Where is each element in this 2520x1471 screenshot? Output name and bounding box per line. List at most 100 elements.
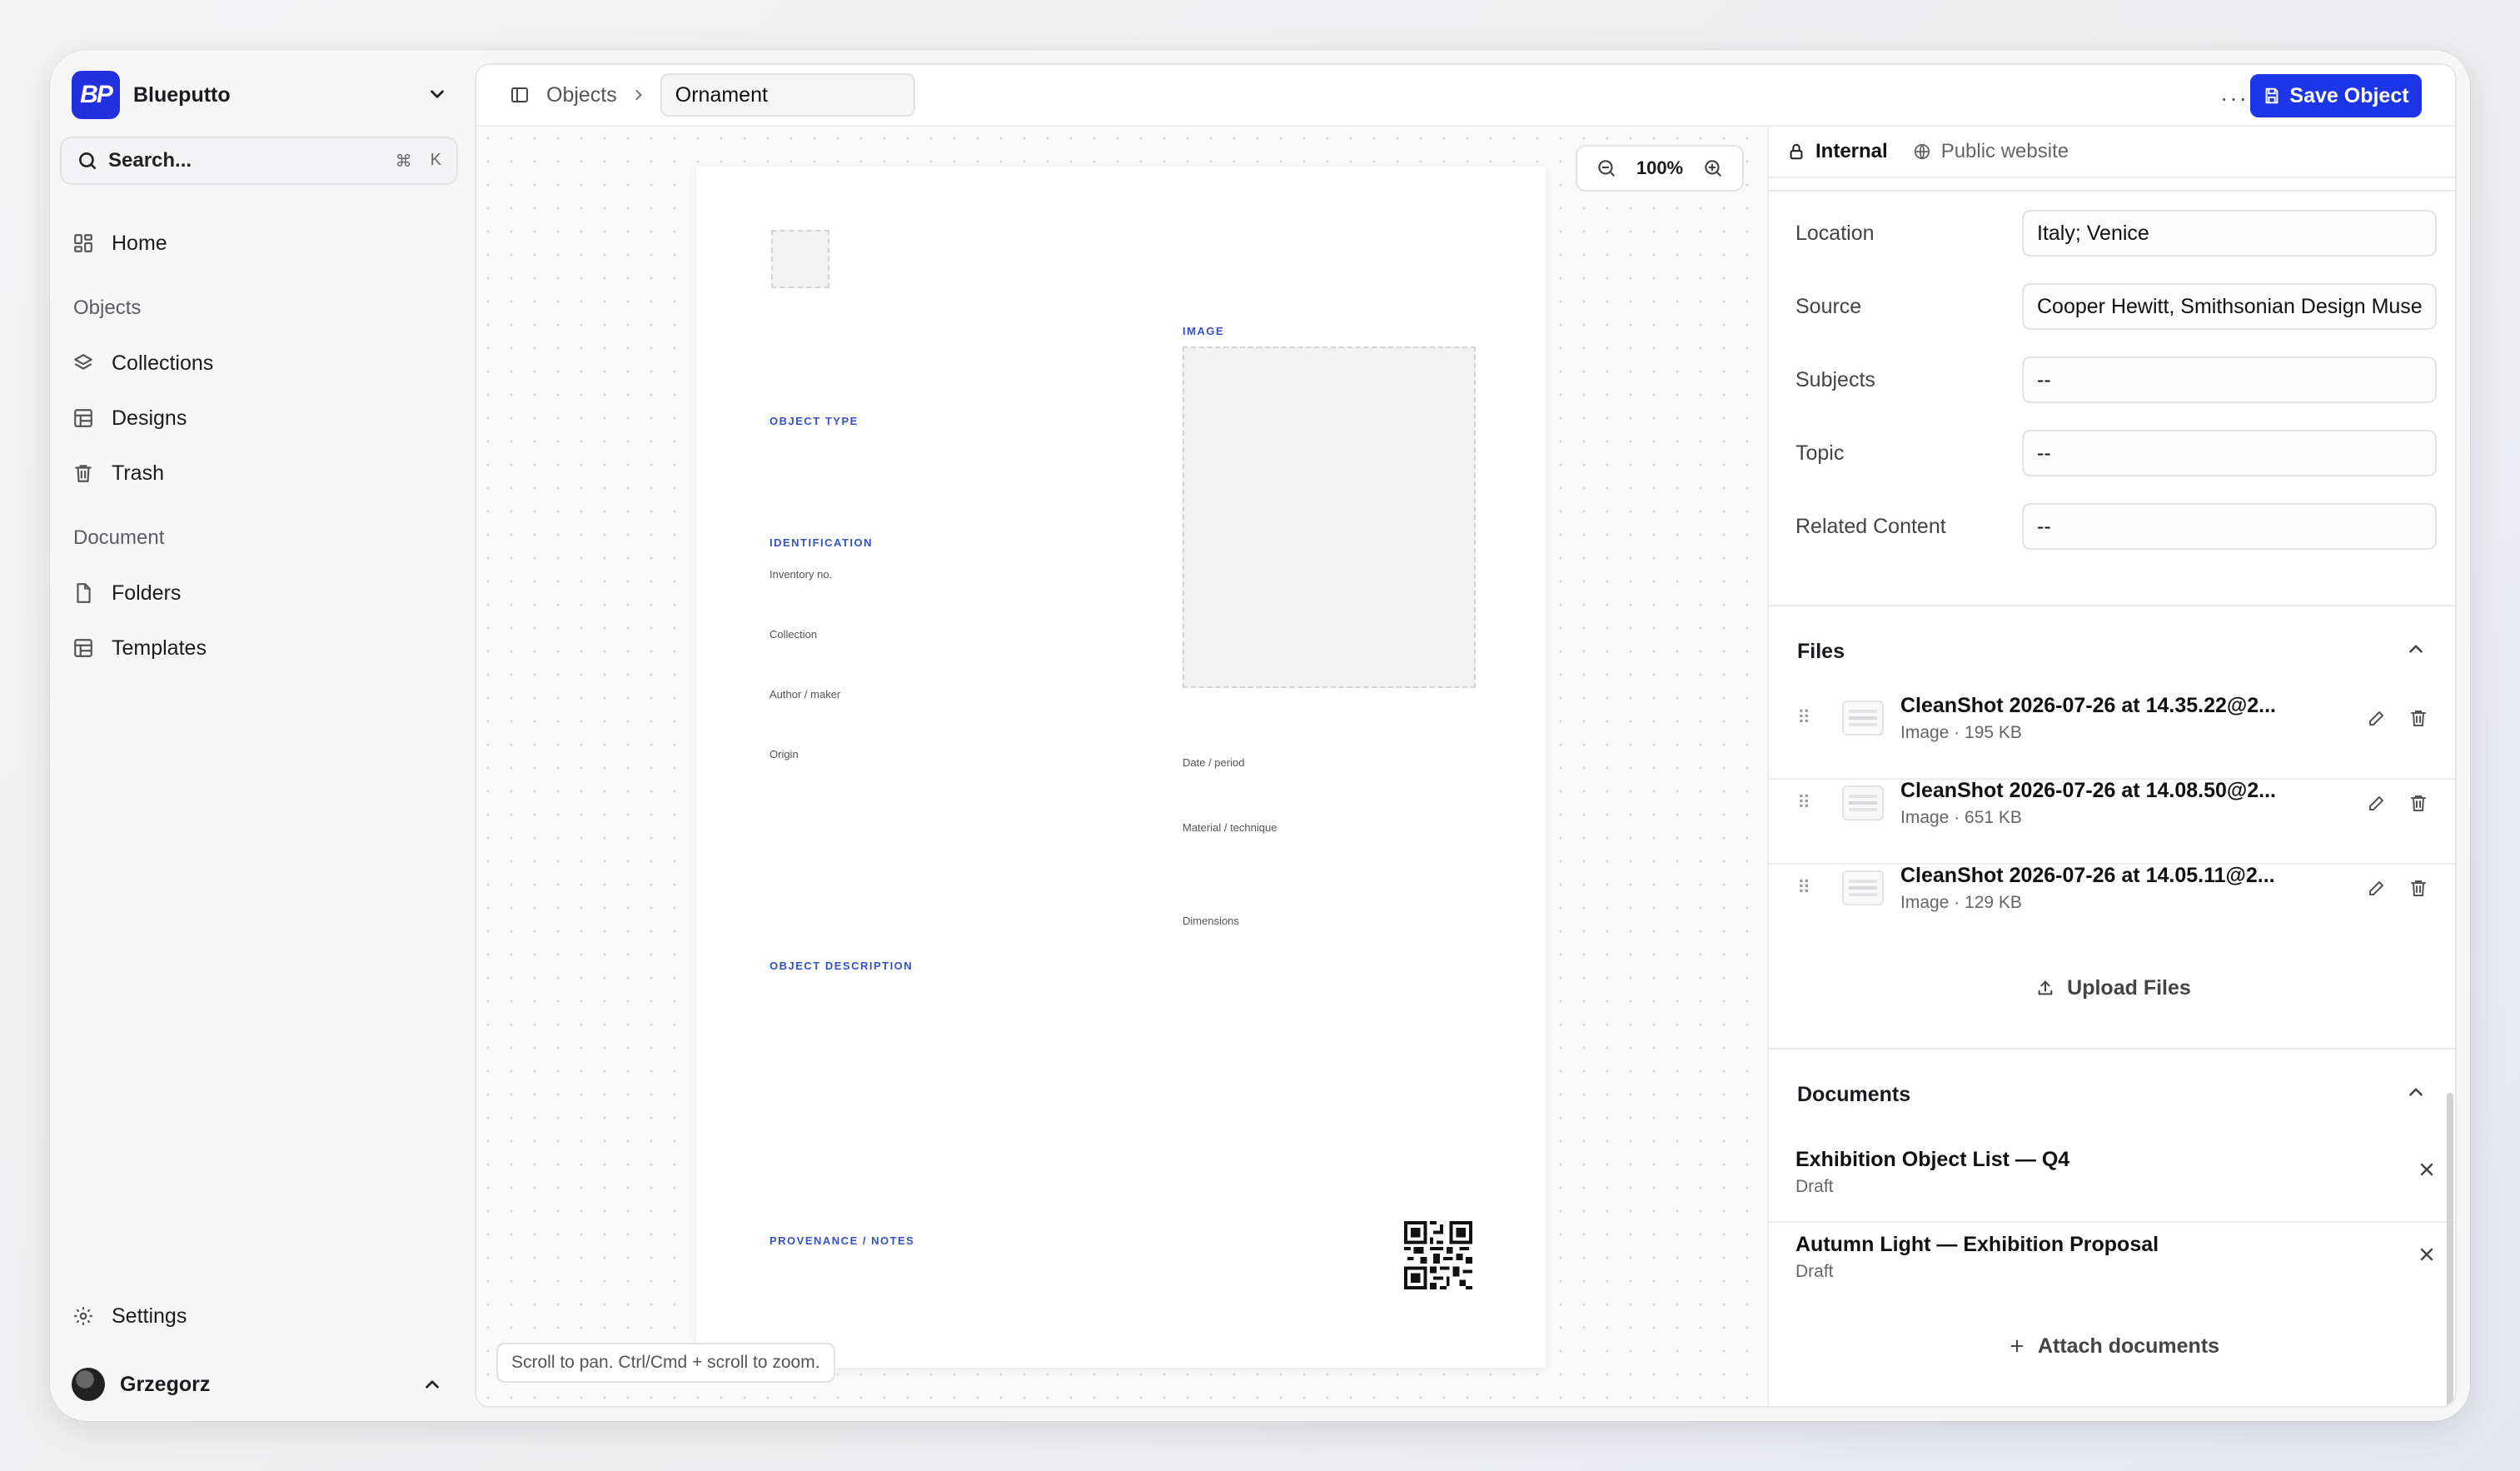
template-page[interactable]: IMAGE OBJECT TYPE IDENTIFICATION Invento… [696, 167, 1546, 1368]
zoom-level[interactable]: 100% [1636, 157, 1683, 179]
image-section-label: IMAGE [1183, 325, 1225, 337]
file-name: CleanShot 2026-07-26 at 14.05.11@2... [1900, 863, 2275, 887]
tab-internal-label: Internal [1815, 140, 1888, 162]
file-meta: Image · 195 KB [1900, 722, 2022, 742]
breadcrumb-objects[interactable]: Objects [546, 83, 617, 107]
file-row[interactable]: ⠿ CleanShot 2026-07-26 at 14.05.11@2... … [1769, 846, 2455, 930]
zoom-control: 100% [1576, 145, 1744, 192]
main-panel: Objects Ornament ··· Save Object IMAGE O… [475, 63, 2457, 1408]
workspace-logo: BP [72, 71, 120, 119]
document-title: Exhibition Object List — Q4 [1795, 1148, 2070, 1171]
shortcut-mod: ⌘ [395, 152, 412, 171]
dimensions-field[interactable]: Dimensions [1183, 915, 1239, 927]
drag-handle-icon[interactable]: ⠿ [1797, 707, 1814, 729]
file-thumbnail [1842, 701, 1884, 736]
collection-field[interactable]: Collection [769, 628, 817, 641]
search-placeholder: Search... [108, 149, 192, 172]
workspace-name: Blueputto [133, 82, 231, 107]
panel-scrollbar[interactable] [2447, 1093, 2453, 1406]
field-location: Location Italy; Venice [1795, 210, 2437, 257]
field-topic: Topic -- [1795, 430, 2437, 476]
edit-icon[interactable] [2367, 793, 2387, 813]
edit-icon[interactable] [2367, 708, 2387, 728]
zoom-out-icon[interactable] [1596, 157, 1617, 179]
sidebar-item-label: Designs [112, 406, 187, 430]
sidebar-item-label: Folders [112, 581, 182, 605]
document-row[interactable]: Autumn Light — Exhibition Proposal Draft [1795, 1233, 2437, 1308]
field-label: Subjects [1795, 367, 1875, 391]
document-title: Autumn Light — Exhibition Proposal [1795, 1233, 2159, 1256]
file-meta: Image · 651 KB [1900, 807, 2022, 827]
search-input[interactable]: Search... ⌘ K [60, 137, 458, 185]
material-field[interactable]: Material / technique [1183, 821, 1277, 834]
drag-handle-icon[interactable]: ⠿ [1797, 792, 1814, 814]
trash-icon[interactable] [2408, 708, 2428, 728]
chevron-right-icon [635, 89, 642, 101]
location-input[interactable]: Italy; Venice [2022, 210, 2437, 257]
layout-icon [72, 636, 95, 660]
source-input[interactable]: Cooper Hewitt, Smithsonian Design Muse [2022, 283, 2437, 330]
file-row[interactable]: ⠿ CleanShot 2026-07-26 at 14.35.22@2... … [1769, 676, 2455, 760]
close-icon[interactable] [2417, 1159, 2437, 1179]
topic-input[interactable]: -- [2022, 430, 2437, 476]
origin-field[interactable]: Origin [769, 748, 799, 760]
date-field[interactable]: Date / period [1183, 756, 1244, 769]
logo-placeholder[interactable] [771, 230, 829, 288]
documents-section-title[interactable]: Documents [1797, 1083, 1910, 1107]
related-content-input[interactable]: -- [2022, 503, 2437, 550]
sidebar-item-trash[interactable]: Trash [72, 448, 463, 498]
save-object-button[interactable]: Save Object [2250, 74, 2422, 117]
upload-files-button[interactable]: Upload Files [1769, 976, 2455, 1000]
sidebar-item-label: Templates [112, 636, 207, 660]
search-shortcut: ⌘ K [396, 151, 441, 172]
inventory-field[interactable]: Inventory no. [769, 568, 832, 581]
author-field[interactable]: Author / maker [769, 688, 840, 701]
avatar [72, 1368, 105, 1401]
gear-icon [72, 1304, 95, 1328]
trash-icon[interactable] [2408, 793, 2428, 813]
workspace-switcher[interactable]: BP Blueputto [72, 65, 468, 125]
files-section-title[interactable]: Files [1797, 640, 1845, 664]
user-menu[interactable]: Grzegorz [72, 1359, 463, 1409]
visibility-tabs: Internal Public website [1769, 127, 2455, 178]
shortcut-key: K [430, 150, 441, 169]
image-placeholder[interactable] [1183, 347, 1476, 688]
trash-icon[interactable] [2408, 878, 2428, 898]
sidebar-item-settings[interactable]: Settings [72, 1291, 463, 1341]
file-thumbnail [1842, 785, 1884, 820]
chevron-up-icon[interactable] [2405, 1081, 2427, 1103]
attach-documents-button[interactable]: Attach documents [1769, 1334, 2455, 1359]
sidebar-item-templates[interactable]: Templates [72, 623, 463, 673]
sidebar-item-designs[interactable]: Designs [72, 393, 463, 443]
edit-icon[interactable] [2367, 878, 2387, 898]
qr-code-icon [1404, 1221, 1472, 1289]
zoom-in-icon[interactable] [1702, 157, 1724, 179]
subjects-input[interactable]: -- [2022, 357, 2437, 403]
more-options-icon[interactable]: ··· [2220, 85, 2249, 112]
sidebar-item-home[interactable]: Home [72, 218, 463, 268]
object-name-input[interactable]: Ornament [660, 73, 915, 117]
design-canvas[interactable]: IMAGE OBJECT TYPE IDENTIFICATION Invento… [476, 127, 1767, 1406]
sidebar-item-label: Collections [112, 351, 214, 375]
document-row[interactable]: Exhibition Object List — Q4 Draft [1795, 1148, 2437, 1223]
section-divider [1769, 1048, 2455, 1050]
chevron-up-icon[interactable] [2405, 638, 2427, 660]
tab-internal[interactable]: Internal [1787, 140, 1888, 163]
save-object-label: Save Object [2289, 83, 2409, 107]
file-row[interactable]: ⠿ CleanShot 2026-07-26 at 14.08.50@2... … [1769, 761, 2455, 845]
field-label: Source [1795, 294, 1862, 318]
sidebar-toggle-icon[interactable] [510, 85, 530, 105]
drag-handle-icon[interactable]: ⠿ [1797, 877, 1814, 899]
attach-documents-label: Attach documents [2037, 1334, 2220, 1358]
sidebar-item-collections[interactable]: Collections [72, 338, 463, 388]
file-name: CleanShot 2026-07-26 at 14.35.22@2... [1900, 693, 2277, 717]
document-status: Draft [1795, 1177, 1834, 1196]
tab-public-website[interactable]: Public website [1913, 140, 2069, 163]
user-name: Grzegorz [120, 1372, 211, 1396]
object-type-label: OBJECT TYPE [769, 415, 859, 427]
close-icon[interactable] [2417, 1244, 2437, 1264]
file-meta: Image · 129 KB [1900, 892, 2022, 912]
file-name: CleanShot 2026-07-26 at 14.08.50@2... [1900, 778, 2277, 802]
sidebar-item-folders[interactable]: Folders [72, 568, 463, 618]
save-icon [2265, 87, 2278, 104]
